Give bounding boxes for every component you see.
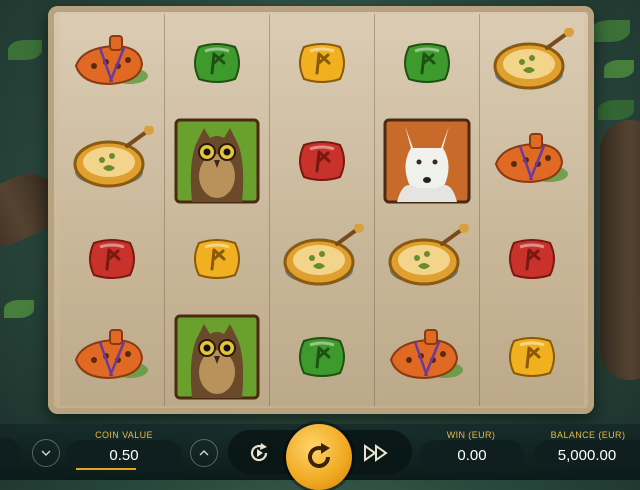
reel-cell <box>480 210 584 308</box>
drum-symbol <box>489 28 575 98</box>
fast-forward-button[interactable] <box>360 438 392 468</box>
control-bar: COIN VALUE 0.50 WIN (EUR) 0.00 BALANCE (… <box>0 424 640 490</box>
red-rune-symbol <box>86 237 138 281</box>
yellow-rune-symbol <box>296 41 348 85</box>
reel-cell <box>375 308 479 406</box>
coin-value-field: 0.50 <box>66 440 182 470</box>
reel-1 <box>60 14 165 406</box>
reel-cell <box>270 308 374 406</box>
win-label: WIN (EUR) <box>446 430 496 440</box>
green-rune-symbol <box>296 335 348 379</box>
balance-label: BALANCE (EUR) <box>550 430 626 440</box>
reel-5 <box>480 14 584 406</box>
reel-cell <box>165 14 269 112</box>
reel-cell <box>165 112 269 210</box>
reel-cell <box>270 112 374 210</box>
reel-cell <box>60 112 164 210</box>
coin-down-button[interactable] <box>32 439 60 467</box>
reel-cell <box>480 14 584 112</box>
reel-cell <box>60 14 164 112</box>
coin-value: 0.50 <box>109 446 139 464</box>
chevron-down-icon <box>41 450 51 456</box>
drum-symbol <box>384 224 470 294</box>
green-rune-symbol <box>191 41 243 85</box>
ocarina-symbol <box>70 32 154 94</box>
ocarina-symbol <box>70 326 154 388</box>
red-rune-symbol <box>506 237 558 281</box>
owl-symbol <box>174 314 260 400</box>
owl-symbol <box>174 118 260 204</box>
reel-4 <box>375 14 480 406</box>
reel-cell <box>375 112 479 210</box>
red-rune-symbol <box>296 139 348 183</box>
reel-2 <box>165 14 270 406</box>
win-value: 0.00 <box>457 446 487 464</box>
balance-value: 5,000.00 <box>557 446 617 464</box>
reel-cell <box>165 308 269 406</box>
reel-cell <box>60 210 164 308</box>
reel-3 <box>270 14 375 406</box>
reel-cell <box>60 308 164 406</box>
spin-button[interactable] <box>286 424 352 490</box>
drum-symbol <box>279 224 365 294</box>
chevron-up-icon <box>199 450 209 456</box>
green-rune-symbol <box>401 41 453 85</box>
autoplay-button[interactable] <box>244 438 274 468</box>
balance-field: 5,000.00 <box>534 440 640 470</box>
autoplay-icon <box>250 443 268 462</box>
reel-cell <box>480 308 584 406</box>
drum-symbol <box>69 126 155 196</box>
coin-value-underline <box>76 468 136 470</box>
win-field: 0.00 <box>420 440 524 470</box>
reel-cell <box>165 210 269 308</box>
yellow-rune-symbol <box>191 237 243 281</box>
reel-cell <box>270 14 374 112</box>
reel-cell <box>375 14 479 112</box>
ocarina-symbol <box>490 130 574 192</box>
coin-up-button[interactable] <box>190 439 218 467</box>
coin-value-label: COIN VALUE <box>95 430 153 440</box>
reel-cell <box>270 210 374 308</box>
yellow-rune-symbol <box>506 335 558 379</box>
reel-cell <box>480 112 584 210</box>
wolf-symbol <box>383 118 471 204</box>
ocarina-symbol <box>385 326 469 388</box>
reel-cell <box>375 210 479 308</box>
reel-grid <box>60 14 584 406</box>
menu-button[interactable] <box>0 438 20 468</box>
spin-icon <box>308 443 330 468</box>
fast-forward-icon <box>364 444 388 462</box>
